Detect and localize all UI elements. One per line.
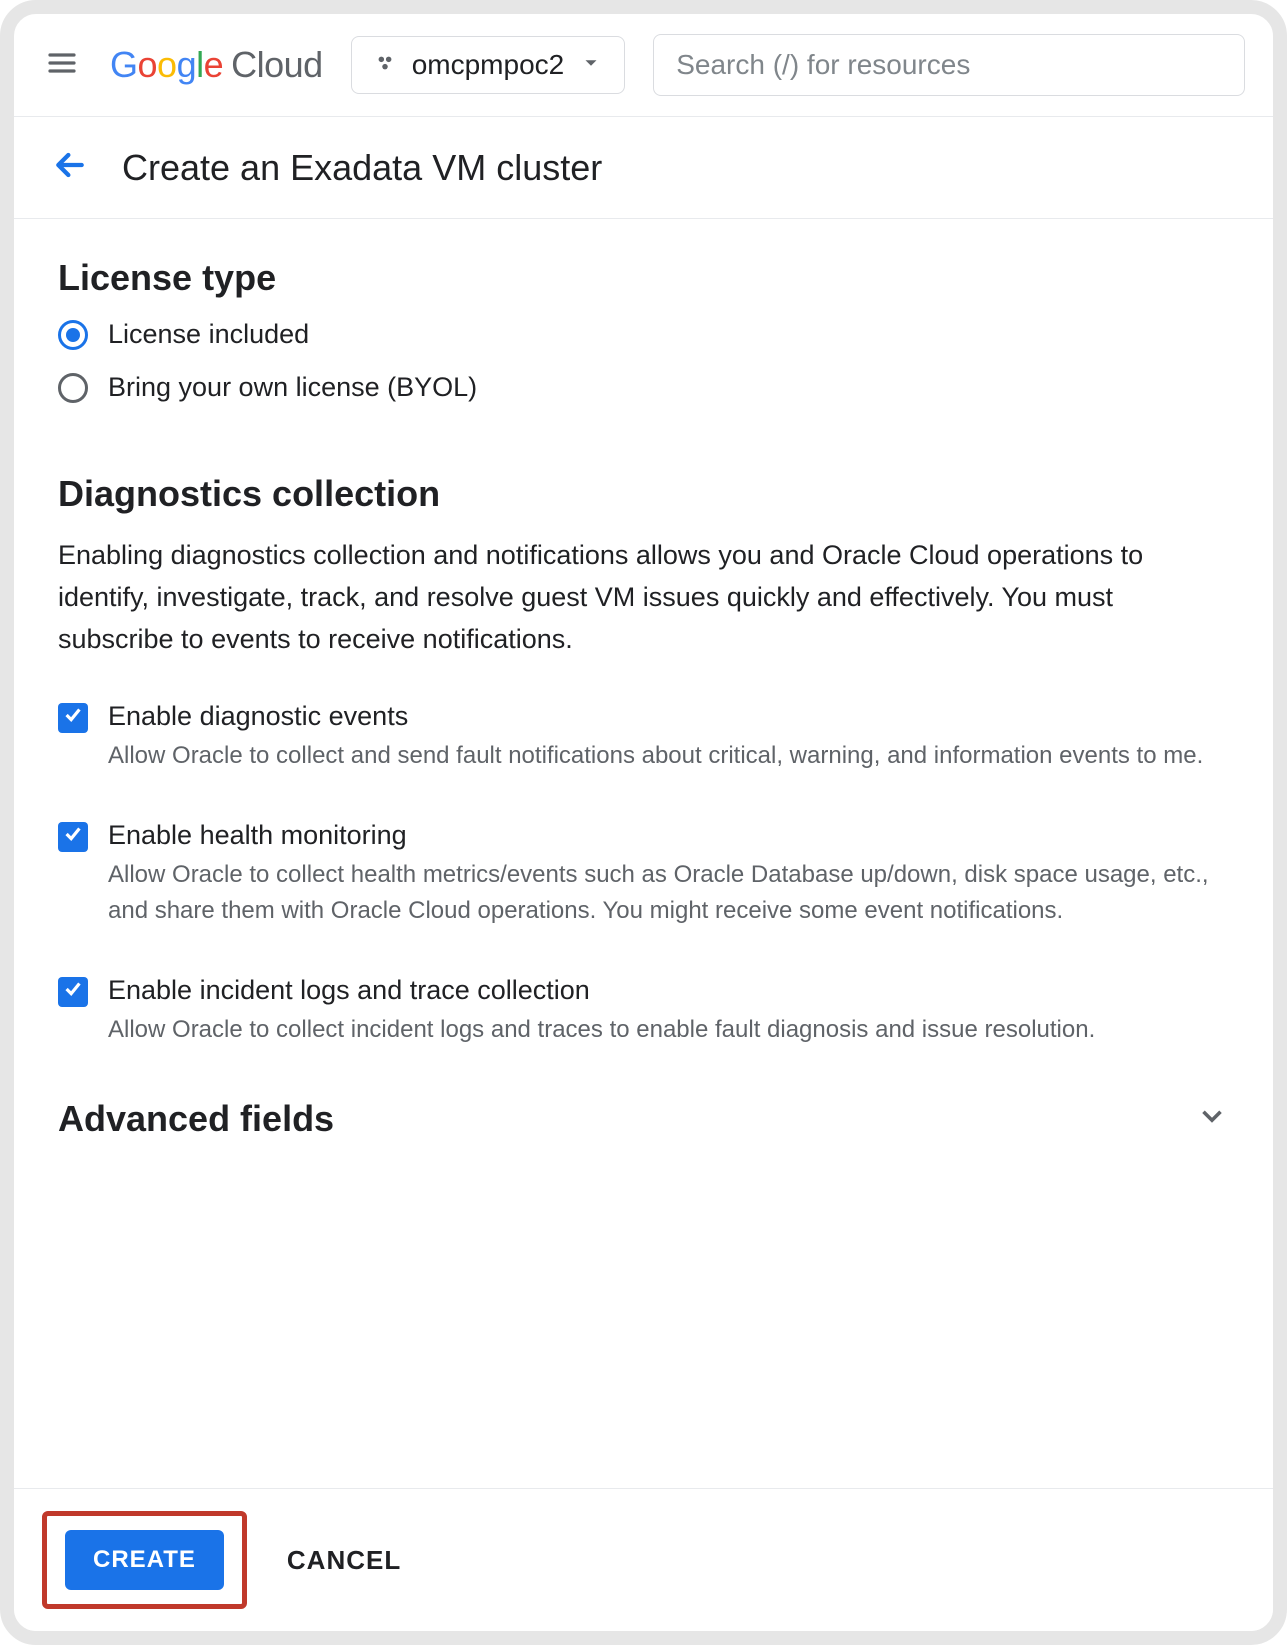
checkbox-label: Enable incident logs and trace collectio… — [108, 975, 1095, 1006]
google-cloud-logo: Google Cloud — [110, 44, 323, 86]
project-scope-icon — [374, 49, 396, 81]
page-title: Create an Exadata VM cluster — [122, 147, 602, 189]
checkbox-row-incident-logs: Enable incident logs and trace collectio… — [58, 975, 1229, 1048]
radio-icon — [58, 373, 88, 403]
checkbox-diag-events[interactable] — [58, 703, 88, 733]
license-type-heading: License type — [58, 257, 1229, 299]
checkbox-label: Enable health monitoring — [108, 820, 1229, 851]
checkbox-row-health-monitoring: Enable health monitoring Allow Oracle to… — [58, 820, 1229, 929]
radio-byol[interactable]: Bring your own license (BYOL) — [58, 372, 1229, 403]
cancel-button[interactable]: CANCEL — [287, 1545, 401, 1576]
check-icon — [62, 823, 84, 850]
create-button[interactable]: CREATE — [65, 1530, 224, 1590]
checkbox-health-monitoring[interactable] — [58, 822, 88, 852]
diagnostics-description: Enabling diagnostics collection and noti… — [58, 535, 1229, 661]
search-input[interactable]: Search (/) for resources — [653, 34, 1245, 96]
advanced-fields-heading: Advanced fields — [58, 1098, 334, 1140]
radio-license-included[interactable]: License included — [58, 319, 1229, 350]
check-icon — [62, 978, 84, 1005]
page-header: Create an Exadata VM cluster — [14, 117, 1273, 219]
menu-button[interactable] — [42, 45, 82, 85]
search-placeholder: Search (/) for resources — [676, 49, 970, 80]
back-button[interactable] — [50, 145, 90, 190]
form-content: License type License included Bring your… — [14, 219, 1273, 1140]
project-picker[interactable]: omcpmpoc2 — [351, 36, 626, 94]
checkbox-label: Enable diagnostic events — [108, 701, 1203, 732]
app-frame: Google Cloud omcpmpoc2 Search (/) for re… — [0, 0, 1287, 1645]
chevron-down-icon — [1195, 1099, 1229, 1138]
checkbox-incident-logs[interactable] — [58, 977, 88, 1007]
checkbox-subtext: Allow Oracle to collect incident logs an… — [108, 1012, 1095, 1048]
checkbox-subtext: Allow Oracle to collect and send fault n… — [108, 738, 1203, 774]
radio-icon — [58, 320, 88, 350]
caret-down-icon — [580, 49, 602, 81]
top-bar: Google Cloud omcpmpoc2 Search (/) for re… — [14, 14, 1273, 117]
checkbox-row-diag-events: Enable diagnostic events Allow Oracle to… — [58, 701, 1229, 774]
radio-label: License included — [108, 319, 309, 350]
diagnostics-heading: Diagnostics collection — [58, 473, 1229, 515]
create-button-highlight: CREATE — [42, 1511, 247, 1609]
form-footer: CREATE CANCEL — [14, 1488, 1273, 1631]
check-icon — [62, 704, 84, 731]
logo-suffix: Cloud — [231, 44, 323, 86]
advanced-fields-toggle[interactable]: Advanced fields — [58, 1098, 1229, 1140]
arrow-left-icon — [50, 145, 90, 190]
checkbox-subtext: Allow Oracle to collect health metrics/e… — [108, 857, 1229, 929]
project-name: omcpmpoc2 — [412, 49, 565, 81]
hamburger-icon — [46, 47, 78, 84]
radio-label: Bring your own license (BYOL) — [108, 372, 477, 403]
